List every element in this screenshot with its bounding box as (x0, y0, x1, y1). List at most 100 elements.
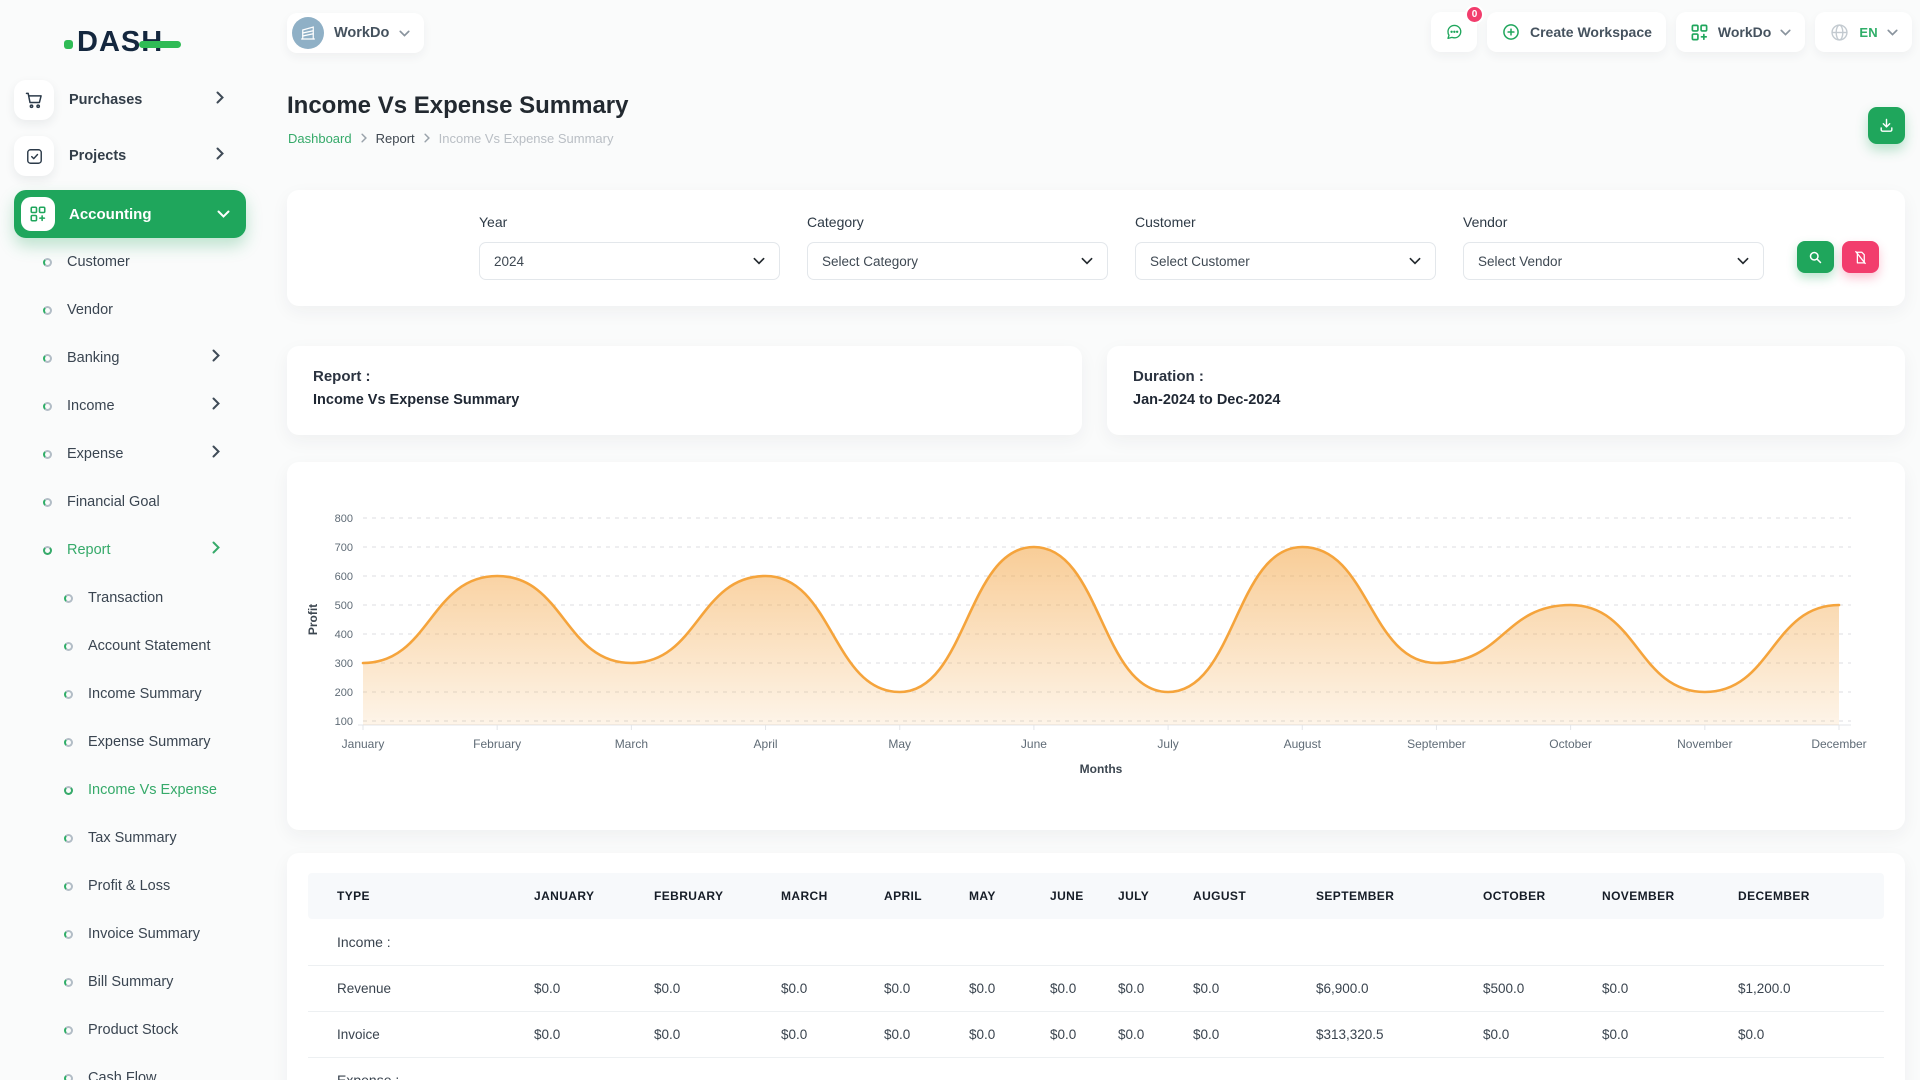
sidebar-item-invoice-summary[interactable]: Invoice Summary (0, 910, 260, 958)
amount-cell: $0.0 (1050, 1011, 1118, 1057)
sidebar-item-customer[interactable]: Customer (0, 238, 260, 286)
sidebar-item-label: Projects (69, 148, 126, 164)
filter-panel: Year 2024 Category Select Category Custo… (287, 190, 1905, 306)
search-icon (1808, 250, 1823, 265)
breadcrumb: Dashboard Report Income Vs Expense Summa… (288, 131, 614, 146)
column-header-month: SEPTEMBER (1316, 873, 1483, 919)
sidebar-item-bill-summary[interactable]: Bill Summary (0, 958, 260, 1006)
sidebar-item-income-summary[interactable]: Income Summary (0, 670, 260, 718)
messages-button[interactable]: 0 (1431, 12, 1477, 52)
column-header-month: APRIL (884, 873, 969, 919)
sidebar-item-account-statement[interactable]: Account Statement (0, 622, 260, 670)
column-header-month: JULY (1118, 873, 1193, 919)
sidebar-item-label: Customer (67, 254, 130, 270)
sidebar-item-report[interactable]: Report (0, 526, 260, 574)
svg-text:100: 100 (335, 716, 353, 728)
bullet-icon (64, 690, 73, 699)
sidebar-item-product-stock[interactable]: Product Stock (0, 1006, 260, 1054)
sidebar-item-banking[interactable]: Banking (0, 334, 260, 382)
amount-cell: $0.0 (1602, 965, 1738, 1011)
svg-text:March: March (615, 737, 648, 751)
create-workspace-button[interactable]: Create Workspace (1487, 12, 1666, 52)
duration-card-title: Duration : (1133, 368, 1879, 385)
customer-select-value: Select Customer (1150, 254, 1250, 269)
sidebar-item-transaction[interactable]: Transaction (0, 574, 260, 622)
vendor-select-value: Select Vendor (1478, 254, 1562, 269)
sidebar-item-tax-summary[interactable]: Tax Summary (0, 814, 260, 862)
duration-card-value: Jan-2024 to Dec-2024 (1133, 392, 1879, 408)
bullet-icon (43, 402, 52, 411)
workspace-dropdown[interactable]: WorkDo (1676, 12, 1805, 52)
create-workspace-label: Create Workspace (1530, 24, 1652, 40)
sidebar-item-accounting-active[interactable]: Accounting (14, 190, 246, 238)
sidebar-item-expense[interactable]: Expense (0, 430, 260, 478)
breadcrumb-report[interactable]: Report (376, 131, 415, 146)
sidebar-item-purchases[interactable]: Purchases (14, 78, 246, 122)
vendor-filter-label: Vendor (1463, 214, 1764, 230)
sidebar-item-vendor[interactable]: Vendor (0, 286, 260, 334)
amount-cell: $0.0 (884, 965, 969, 1011)
income-vs-expense-table: TYPEJANUARYFEBRUARYMARCHAPRILMAYJUNEJULY… (308, 873, 1884, 1080)
breadcrumb-dashboard[interactable]: Dashboard (288, 131, 352, 146)
column-header-month: JUNE (1050, 873, 1118, 919)
column-header-type: TYPE (308, 873, 534, 919)
bullet-icon (64, 1074, 73, 1080)
chevron-down-icon (1409, 257, 1421, 265)
sidebar-item-label: Expense Summary (88, 734, 211, 750)
amount-cell: $0.0 (1050, 965, 1118, 1011)
svg-text:500: 500 (335, 600, 353, 612)
chevron-down-icon (1780, 23, 1791, 41)
year-select[interactable]: 2024 (479, 242, 780, 280)
chevron-right-icon (212, 445, 220, 463)
table-section-row: Income : (308, 919, 1884, 965)
svg-text:November: November (1677, 737, 1732, 751)
language-selector[interactable]: EN (1815, 12, 1912, 52)
customer-select[interactable]: Select Customer (1135, 242, 1436, 280)
table-section-heading: Expense : (308, 1057, 1884, 1080)
sidebar-item-financial-goal[interactable]: Financial Goal (0, 478, 260, 526)
report-summary-card: Report : Income Vs Expense Summary (287, 346, 1082, 435)
bullet-icon (43, 306, 52, 315)
amount-cell: $0.0 (1118, 965, 1193, 1011)
grid-plus-icon (21, 197, 55, 231)
amount-cell: $0.0 (969, 965, 1050, 1011)
table-row: Revenue$0.0$0.0$0.0$0.0$0.0$0.0$0.0$0.0$… (308, 965, 1884, 1011)
sidebar-item-label: Report (67, 542, 111, 558)
workspace-switcher[interactable]: WorkDo (287, 13, 424, 53)
svg-text:September: September (1407, 737, 1466, 751)
sidebar-item-label: Financial Goal (67, 494, 160, 510)
bullet-icon (43, 498, 52, 507)
sidebar-item-income[interactable]: Income (0, 382, 260, 430)
category-select[interactable]: Select Category (807, 242, 1108, 280)
sidebar-item-label: Account Statement (88, 638, 211, 654)
bullet-icon (43, 258, 52, 267)
sidebar-item-label: Invoice Summary (88, 926, 200, 942)
amount-cell: $0.0 (1193, 965, 1316, 1011)
category-filter-label: Category (807, 214, 1108, 230)
reset-filter-button[interactable] (1842, 241, 1879, 273)
amount-cell: $313,320.5 (1316, 1011, 1483, 1057)
sidebar-item-profit-loss[interactable]: Profit & Loss (0, 862, 260, 910)
apply-filter-button[interactable] (1797, 241, 1834, 273)
download-report-button[interactable] (1868, 107, 1905, 144)
app-logo[interactable]: DASH (64, 26, 181, 59)
chevron-right-icon (424, 131, 430, 146)
column-header-month: NOVEMBER (1602, 873, 1738, 919)
amount-cell: $0.0 (1738, 1011, 1884, 1057)
profit-chart-card: 100200300400500600700800JanuaryFebruaryM… (287, 462, 1905, 830)
grid-plus-icon (1690, 23, 1709, 42)
row-type-cell: Revenue (308, 965, 534, 1011)
logo-dot-icon (64, 40, 73, 49)
profit-area-chart: 100200300400500600700800JanuaryFebruaryM… (287, 462, 1905, 830)
chat-bubble-icon (1445, 21, 1463, 43)
sidebar-item-income-vs-expense[interactable]: Income Vs Expense (0, 766, 260, 814)
svg-text:February: February (473, 737, 521, 751)
sidebar-item-projects[interactable]: Projects (14, 134, 246, 178)
sidebar-item-cash-flow[interactable]: Cash Flow (0, 1054, 260, 1080)
vendor-select[interactable]: Select Vendor (1463, 242, 1764, 280)
amount-cell: $0.0 (1118, 1011, 1193, 1057)
amount-cell: $0.0 (534, 965, 654, 1011)
svg-text:December: December (1811, 737, 1866, 751)
sidebar-item-expense-summary[interactable]: Expense Summary (0, 718, 260, 766)
report-card-title: Report : (313, 368, 1056, 385)
